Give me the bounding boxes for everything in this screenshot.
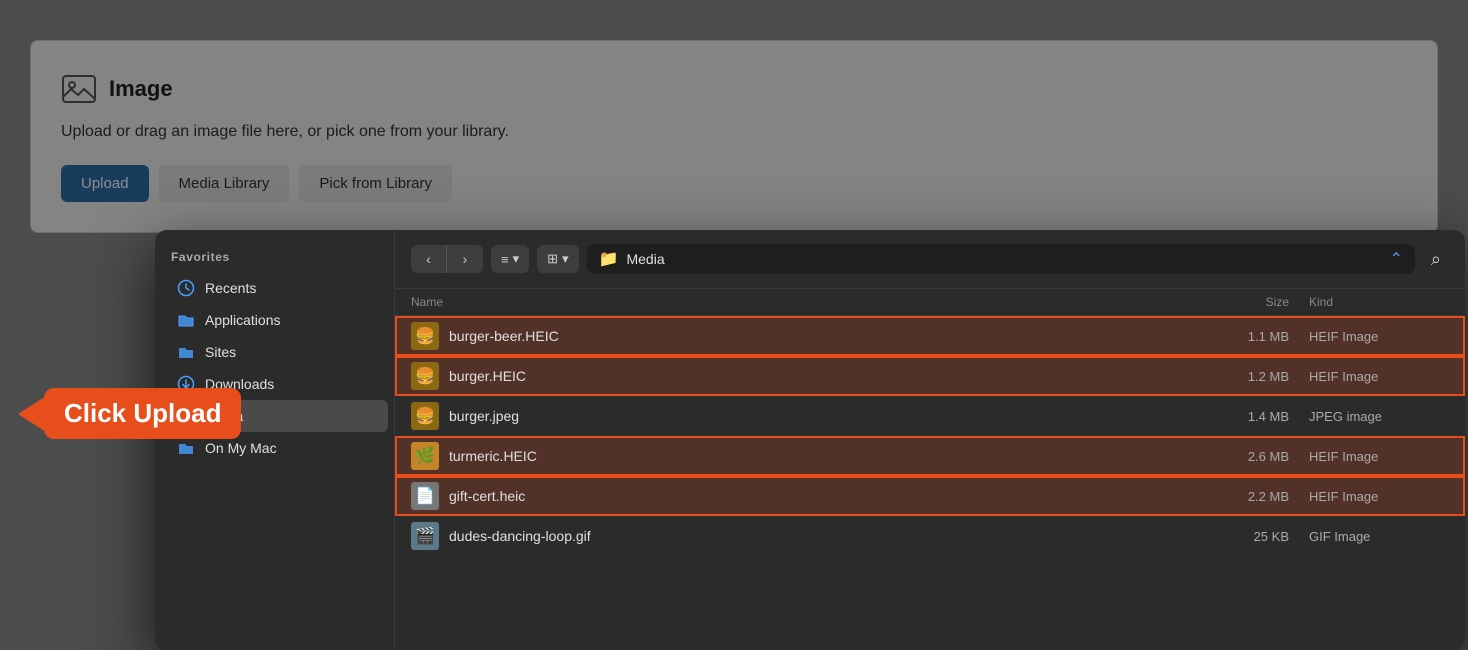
forward-button[interactable]: › [447,245,483,273]
location-text: Media [626,251,664,267]
picker-sidebar: Favorites Recents Applications Sites [155,230,395,650]
file-name-gift-cert: 📄 gift-cert.heic [411,482,1169,510]
file-row-burger-heic[interactable]: 🍔 burger.HEIC 1.2 MB HEIF Image [395,356,1465,396]
tooltip-arrow [18,396,46,432]
sidebar-item-recents-label: Recents [205,280,256,296]
clock-icon [177,279,195,297]
file-kind-gift-cert: HEIF Image [1289,489,1449,504]
file-thumb-turmeric: 🌿 [411,442,439,470]
file-name-burger-beer: 🍔 burger-beer.HEIC [411,322,1169,350]
file-picker-dialog: Favorites Recents Applications Sites [155,230,1465,650]
sidebar-item-applications[interactable]: Applications [161,304,388,336]
file-size-burger-heic: 1.2 MB [1169,369,1289,384]
file-size-burger-jpeg: 1.4 MB [1169,409,1289,424]
location-folder-icon: 📁 [599,249,619,269]
file-size-dudes-dancing: 25 KB [1169,529,1289,544]
file-name-turmeric: 🌿 turmeric.HEIC [411,442,1169,470]
file-kind-burger-beer: HEIF Image [1289,329,1449,344]
file-name-label-burger-jpeg: burger.jpeg [449,408,519,424]
folder-blue-icon-applications [177,311,195,329]
file-name-label-gift-cert: gift-cert.heic [449,488,525,504]
file-kind-burger-heic: HEIF Image [1289,369,1449,384]
picker-toolbar: ‹ › ≡ ▾ ⊞ ▾ 📁 Media ⌃ ⌕ [395,230,1465,289]
file-row-burger-jpeg[interactable]: 🍔 burger.jpeg 1.4 MB JPEG image [395,396,1465,436]
file-size-burger-beer: 1.1 MB [1169,329,1289,344]
file-name-burger-heic: 🍔 burger.HEIC [411,362,1169,390]
file-thumb-burger-heic: 🍔 [411,362,439,390]
file-kind-burger-jpeg: JPEG image [1289,409,1449,424]
file-kind-dudes-dancing: GIF Image [1289,529,1449,544]
click-upload-label: Click Upload [44,388,241,439]
favorites-section-title: Favorites [155,250,394,272]
sidebar-item-applications-label: Applications [205,312,281,328]
file-row-turmeric[interactable]: 🌿 turmeric.HEIC 2.6 MB HEIF Image [395,436,1465,476]
sidebar-item-on-my-mac-label: On My Mac [205,440,277,456]
file-thumb-gift-cert: 📄 [411,482,439,510]
back-button[interactable]: ‹ [411,245,447,273]
file-list: Name Size Kind 🍔 burger-beer.HEIC 1.1 MB… [395,289,1465,650]
file-size-gift-cert: 2.2 MB [1169,489,1289,504]
file-name-burger-jpeg: 🍔 burger.jpeg [411,402,1169,430]
search-icon: ⌕ [1431,249,1441,269]
list-view-chevron: ▾ [513,251,520,267]
col-kind-header: Kind [1289,295,1449,309]
picker-main: ‹ › ≡ ▾ ⊞ ▾ 📁 Media ⌃ ⌕ Name [395,230,1465,650]
list-view-icon: ≡ [501,252,509,267]
file-thumb-burger-beer: 🍔 [411,322,439,350]
sidebar-item-recents[interactable]: Recents [161,272,388,304]
grid-view-icon: ⊞ [547,251,558,267]
file-list-header: Name Size Kind [395,289,1465,316]
nav-button-group: ‹ › [411,245,483,273]
file-kind-turmeric: HEIF Image [1289,449,1449,464]
file-name-label-dudes-dancing: dudes-dancing-loop.gif [449,528,591,544]
location-bar: 📁 Media ⌃ [587,244,1415,274]
file-thumb-dudes-dancing: 🎬 [411,522,439,550]
folder-blue-icon-mac [177,439,195,457]
file-name-dudes-dancing: 🎬 dudes-dancing-loop.gif [411,522,1169,550]
file-name-label-burger-heic: burger.HEIC [449,368,526,384]
grid-view-dropdown[interactable]: ⊞ ▾ [537,245,578,273]
file-row-dudes-dancing[interactable]: 🎬 dudes-dancing-loop.gif 25 KB GIF Image [395,516,1465,556]
col-size-header: Size [1169,295,1289,309]
file-row-gift-cert[interactable]: 📄 gift-cert.heic 2.2 MB HEIF Image [395,476,1465,516]
col-name-header: Name [411,295,1169,309]
folder-blue-icon-sites [177,343,195,361]
grid-view-chevron: ▾ [562,251,569,267]
location-chevron-icon: ⌃ [1390,249,1403,269]
file-row-burger-beer[interactable]: 🍔 burger-beer.HEIC 1.1 MB HEIF Image [395,316,1465,356]
sidebar-item-sites-label: Sites [205,344,236,360]
file-size-turmeric: 2.6 MB [1169,449,1289,464]
file-name-label-turmeric: turmeric.HEIC [449,448,537,464]
sidebar-item-sites[interactable]: Sites [161,336,388,368]
click-upload-annotation: Click Upload [18,388,241,439]
list-view-dropdown[interactable]: ≡ ▾ [491,245,529,273]
search-button[interactable]: ⌕ [1423,245,1449,274]
file-name-label-burger-beer: burger-beer.HEIC [449,328,559,344]
file-thumb-burger-jpeg: 🍔 [411,402,439,430]
